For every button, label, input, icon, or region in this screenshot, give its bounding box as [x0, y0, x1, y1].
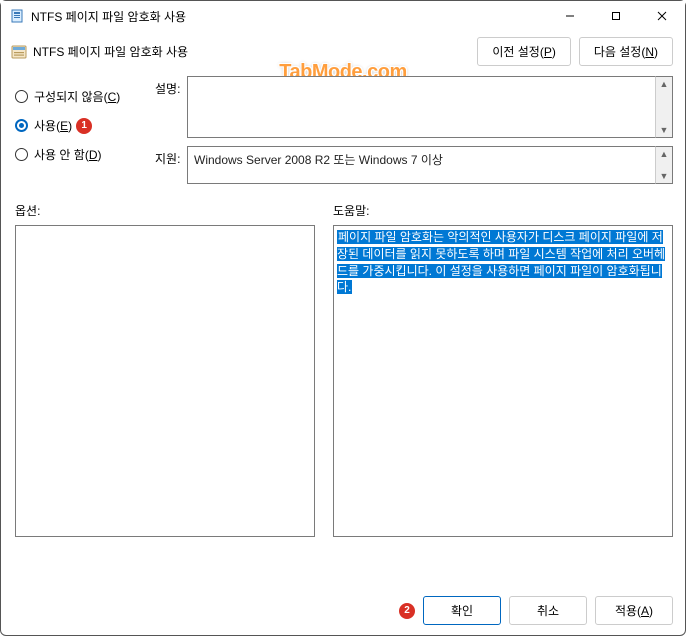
- policy-header: NTFS 페이지 파일 암호화 사용 이전 설정(P) 다음 설정(N): [1, 31, 685, 76]
- description-label: 설명:: [155, 76, 187, 138]
- options-label: 옵션:: [15, 202, 315, 219]
- window-titlebar: NTFS 페이지 파일 암호화 사용: [1, 1, 685, 31]
- policy-icon: [11, 44, 27, 60]
- next-setting-button[interactable]: 다음 설정(N): [579, 37, 673, 66]
- support-label: 지원:: [155, 146, 187, 184]
- minimize-button[interactable]: [547, 1, 593, 31]
- support-textarea[interactable]: Windows Server 2008 R2 또는 Windows 7 이상: [187, 146, 655, 184]
- window-controls: [547, 1, 685, 31]
- help-text: 페이지 파일 암호화는 악의적인 사용자가 디스크 페이지 파일에 저장된 데이…: [337, 230, 665, 294]
- app-icon: [9, 8, 25, 24]
- policy-title: NTFS 페이지 파일 암호화 사용: [33, 43, 477, 60]
- prev-hotkey: P: [544, 45, 552, 59]
- next-label: 다음 설정: [594, 45, 642, 59]
- description-textarea[interactable]: [187, 76, 655, 138]
- scroll-up-icon[interactable]: ▲: [660, 77, 669, 91]
- radio-enabled[interactable]: 사용(E) 1: [15, 111, 143, 140]
- radio-icon: [15, 90, 28, 103]
- ok-button[interactable]: 확인: [423, 596, 501, 625]
- close-button[interactable]: [639, 1, 685, 31]
- help-label: 도움말:: [333, 202, 673, 219]
- apply-label: 적용: [615, 604, 637, 618]
- scroll-up-icon[interactable]: ▲: [660, 147, 669, 161]
- radio-icon: [15, 119, 28, 132]
- radio-label: 사용(E): [34, 117, 72, 134]
- apply-button[interactable]: 적용(A): [595, 596, 673, 625]
- radio-disabled[interactable]: 사용 안 함(D): [15, 140, 143, 169]
- previous-setting-button[interactable]: 이전 설정(P): [477, 37, 571, 66]
- support-scrollbar[interactable]: ▲ ▼: [655, 146, 673, 184]
- annotation-badge-1: 1: [76, 118, 92, 134]
- radio-label: 구성되지 않음(C): [34, 88, 120, 105]
- radio-icon: [15, 148, 28, 161]
- annotation-badge-2: 2: [399, 603, 415, 619]
- scroll-down-icon[interactable]: ▼: [660, 123, 669, 137]
- description-scrollbar[interactable]: ▲ ▼: [655, 76, 673, 138]
- next-hotkey: N: [645, 45, 654, 59]
- support-text: Windows Server 2008 R2 또는 Windows 7 이상: [194, 153, 443, 167]
- scroll-down-icon[interactable]: ▼: [660, 169, 669, 183]
- cancel-button[interactable]: 취소: [509, 596, 587, 625]
- maximize-button[interactable]: [593, 1, 639, 31]
- help-panel[interactable]: 페이지 파일 암호화는 악의적인 사용자가 디스크 페이지 파일에 저장된 데이…: [333, 225, 673, 537]
- apply-hotkey: A: [641, 604, 649, 618]
- window-title: NTFS 페이지 파일 암호화 사용: [31, 8, 547, 25]
- radio-label: 사용 안 함(D): [34, 146, 102, 163]
- options-panel[interactable]: [15, 225, 315, 537]
- radio-not-configured[interactable]: 구성되지 않음(C): [15, 82, 143, 111]
- prev-label: 이전 설정: [492, 45, 540, 59]
